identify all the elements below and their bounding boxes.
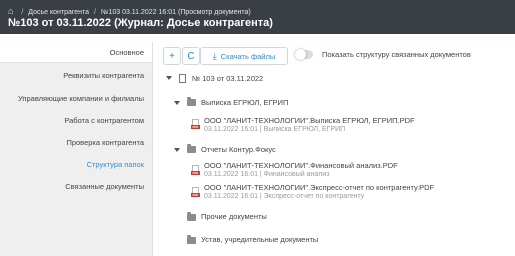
folder-other-docs[interactable]: Прочие документы [201,212,267,221]
pdf-icon: PDF [191,187,200,198]
sidebar-item-requisites[interactable]: Реквизиты контрагента [63,71,144,80]
tree-root-label[interactable]: № 103 от 03.11.2022 [192,74,263,83]
document-icon [179,74,186,83]
page-header: ⌂ / Досье контрагента / №103 03.11.2022 … [0,0,515,34]
plus-icon: + [169,50,175,62]
breadcrumb-separator: / [21,9,24,16]
breadcrumb-dossier[interactable]: Досье контрагента [28,9,89,16]
download-icon: ⤓ [212,50,217,61]
file-egrul-meta: 03.11.2022 16:01 | Выписка ЕГРЮЛ, ЕГРИП [204,126,346,133]
home-icon[interactable]: ⌂ [8,6,13,16]
expand-folder-arrow[interactable] [174,101,180,105]
pdf-icon: PDF [191,119,200,130]
file-financial-analysis-meta: 03.11.2022 16:01 | Финансовый анализ [204,171,330,178]
add-button[interactable]: + [163,47,181,65]
expand-root-arrow[interactable] [166,76,172,80]
breadcrumb-separator: / [94,9,96,16]
toggle-knob [295,49,306,60]
sidebar-item-check[interactable]: Проверка контрагента [66,138,144,147]
folder-icon [187,97,196,106]
expand-folder-arrow[interactable] [174,148,180,152]
folder-egrul[interactable]: Выписка ЕГРЮЛ, ЕГРИП [201,98,288,107]
folder-icon [187,144,196,153]
refresh-icon: C [187,50,195,62]
breadcrumb-current: №103 03.11.2022 16:01 (Просмотр документ… [100,9,251,16]
breadcrumb: ⌂ / Досье контрагента / №103 03.11.2022 … [8,6,251,16]
page-title: №103 от 03.11.2022 (Журнал: Досье контра… [8,17,273,29]
related-structure-toggle[interactable] [295,49,313,60]
folder-icon [187,235,196,244]
sidebar-item-folder-structure[interactable]: Структура папок [87,160,144,169]
sidebar-item-work[interactable]: Работа с контрагентом [64,116,144,125]
file-express-report-meta: 03.11.2022 16:01 | Экспресс-отчет по кон… [204,193,365,200]
folder-charter-docs[interactable]: Устав, учредительные документы [201,235,318,244]
sidebar: Основное Реквизиты контрагента Управляющ… [0,42,153,256]
download-files-button[interactable]: ⤓ Скачать файлы [200,47,288,65]
toggle-label: Показать структуру связанных документов [322,50,471,59]
sidebar-item-related-docs[interactable]: Связанные документы [65,182,144,191]
folder-icon [187,212,196,221]
refresh-button[interactable]: C [182,47,200,65]
file-egrul-pdf[interactable]: ООО "ЛАНИТ-ТЕХНОЛОГИИ".Выписка ЕГРЮЛ, ЕГ… [204,116,415,125]
main-panel: + C ⤓ Скачать файлы Показать структуру с… [152,34,515,256]
download-files-label: Скачать файлы [220,51,276,61]
sidebar-item-companies[interactable]: Управляющие компании и филиалы [18,94,144,103]
pdf-icon: PDF [191,165,200,176]
file-express-report-pdf[interactable]: ООО "ЛАНИТ-ТЕХНОЛОГИИ".Экспресс-отчет по… [204,183,434,192]
folder-kontur-focus[interactable]: Отчеты Контур.Фокус [201,145,276,154]
sidebar-item-main[interactable]: Основное [110,48,144,57]
file-financial-analysis-pdf[interactable]: ООО "ЛАНИТ-ТЕХНОЛОГИИ".Финансовый анализ… [204,161,398,170]
